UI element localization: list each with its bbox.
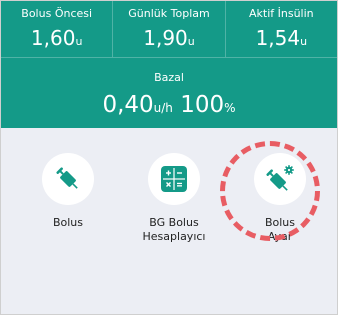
stat-gunluk-toplam: Günlük Toplam 1,90u [112, 1, 224, 57]
bg-bolus-calculator-button[interactable]: BG Bolus Hesaplayıcı [119, 153, 229, 244]
stat-unit: u [75, 35, 83, 48]
basal-rate-unit: u/h [153, 101, 173, 115]
stat-label: Bolus Öncesi [21, 7, 93, 20]
basal-label: Bazal [154, 71, 184, 84]
stat-label: Günlük Toplam [128, 7, 210, 20]
calculator-icon-circle [148, 153, 200, 205]
highlight-circle [220, 141, 320, 241]
basal-percent: 100 [180, 92, 225, 118]
stat-aktif-insulin: Aktif İnsülin 1,54u [224, 1, 337, 57]
stat-unit: u [300, 35, 308, 48]
stat-unit: u [187, 35, 195, 48]
screen: Bolus Öncesi 1,60u Günlük Toplam 1,90u A… [0, 0, 338, 315]
stats-row: Bolus Öncesi 1,60u Günlük Toplam 1,90u A… [1, 1, 337, 57]
stat-label: Aktif İnsülin [249, 7, 314, 20]
stat-number: 1,90 [143, 26, 188, 50]
stat-number: 1,54 [255, 26, 301, 50]
divider [1, 57, 337, 58]
stat-value: 1,54u [226, 26, 337, 50]
syringe-icon [56, 167, 78, 189]
calculator-icon [161, 166, 187, 192]
stat-value: 1,90u [113, 26, 224, 50]
stat-number: 1,60 [30, 26, 76, 50]
header: Bolus Öncesi 1,60u Günlük Toplam 1,90u A… [1, 1, 337, 128]
stat-value: 1,60u [1, 26, 112, 50]
stat-bolus-oncesi: Bolus Öncesi 1,60u [1, 1, 112, 57]
bg-bolus-calculator-label: BG Bolus Hesaplayıcı [142, 216, 206, 243]
basal-rate: 0,40 [102, 92, 154, 118]
basal-section: Bazal 0,40u/h 100% [1, 71, 337, 118]
bolus-button[interactable]: Bolus [13, 153, 123, 230]
basal-percent-unit: % [224, 101, 236, 115]
bolus-label: Bolus [52, 216, 84, 229]
bolus-icon-circle [42, 153, 94, 205]
basal-value: 0,40u/h 100% [1, 92, 337, 118]
